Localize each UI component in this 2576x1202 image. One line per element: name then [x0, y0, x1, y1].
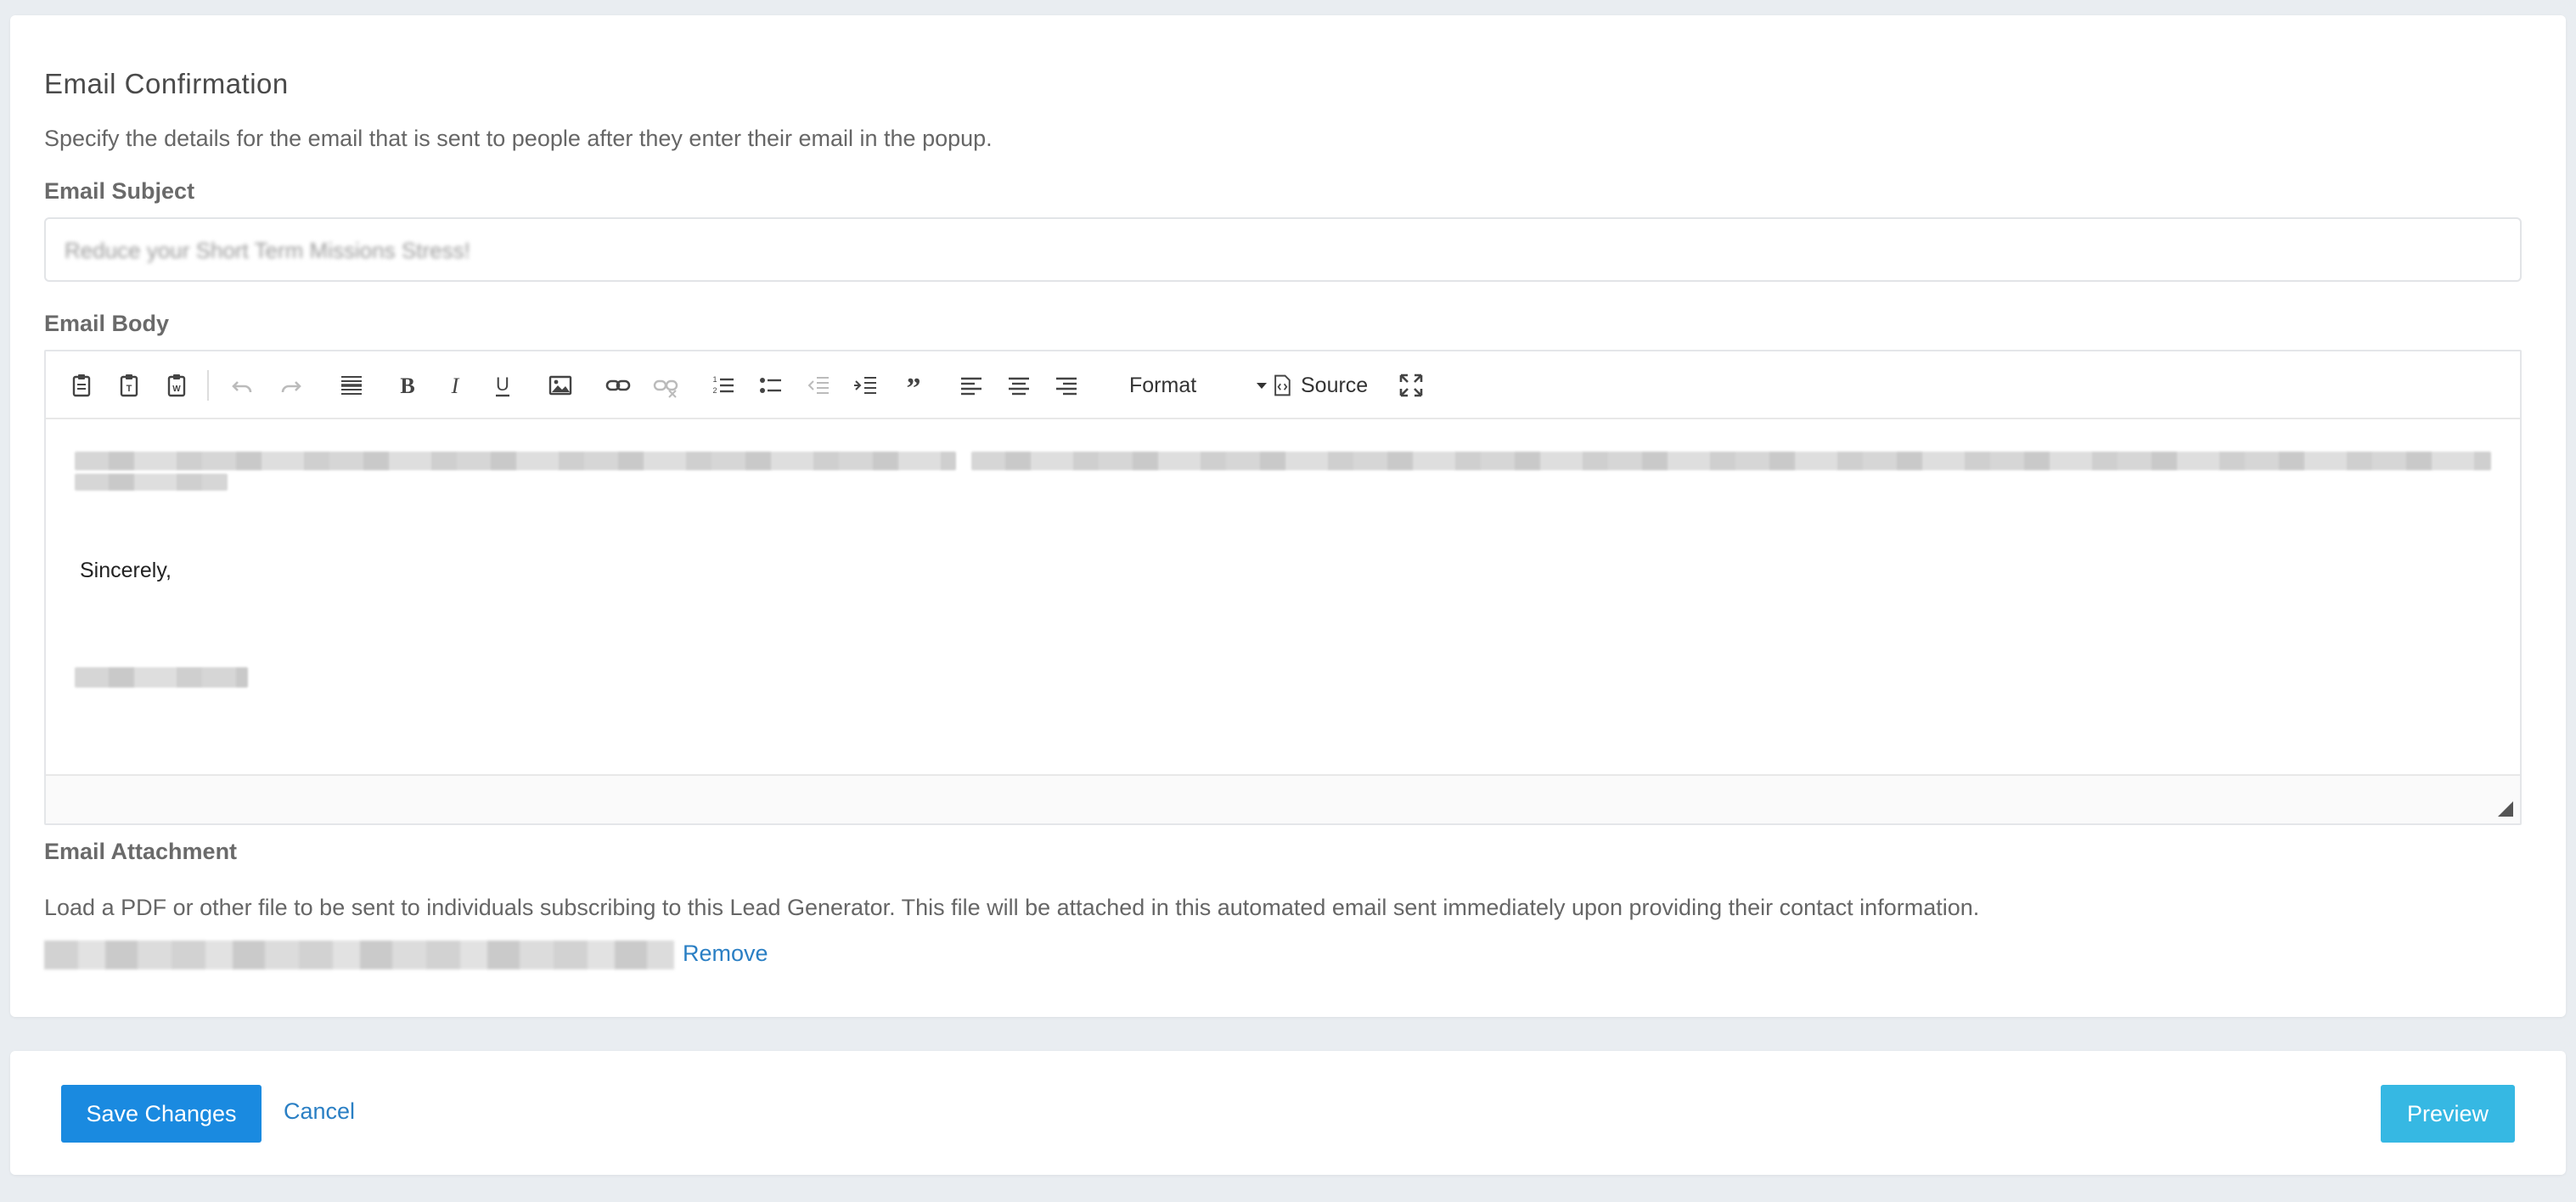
redacted-signature — [75, 667, 248, 688]
undo-icon[interactable] — [224, 367, 262, 404]
source-button[interactable]: Source — [1270, 367, 1389, 404]
svg-text:1: 1 — [712, 375, 717, 384]
source-button-label: Source — [1301, 373, 1369, 397]
bulleted-list-icon[interactable] — [752, 367, 790, 404]
align-left-icon[interactable] — [953, 367, 990, 404]
align-right-icon[interactable] — [1048, 367, 1085, 404]
numbered-list-icon[interactable]: 12 — [705, 367, 742, 404]
redo-icon[interactable] — [272, 367, 309, 404]
sincerely-text: Sincerely, — [80, 559, 172, 582]
toolbar-separator — [207, 370, 209, 401]
email-subject-label: Email Subject — [44, 178, 195, 204]
underline-icon[interactable]: U — [484, 367, 521, 404]
svg-text:”: ” — [907, 373, 921, 399]
svg-text:T: T — [127, 384, 132, 394]
remove-attachment-link[interactable]: Remove — [683, 941, 768, 967]
rich-text-editor: T W B I U 1 2 ” Format Source Sincerely, — [44, 350, 2522, 825]
paste-icon[interactable] — [63, 367, 100, 404]
blockquote-icon[interactable]: ” — [895, 367, 932, 404]
email-confirmation-card: Email Confirmation Specify the details f… — [10, 15, 2566, 1017]
editor-content-area[interactable]: Sincerely, — [46, 421, 2520, 761]
svg-text:W: W — [172, 385, 181, 394]
editor-status-bar — [46, 774, 2520, 823]
chevron-down-icon — [1257, 383, 1267, 389]
paste-text-icon[interactable]: T — [110, 367, 148, 404]
redacted-text-line — [971, 452, 2491, 470]
redacted-text-line — [75, 452, 956, 470]
source-icon — [1274, 374, 1291, 396]
redacted-text-line — [75, 474, 228, 491]
link-icon[interactable] — [599, 367, 637, 404]
maximize-icon[interactable] — [1392, 367, 1430, 404]
unlink-icon[interactable] — [647, 367, 684, 404]
preview-button[interactable]: Preview — [2381, 1085, 2515, 1143]
section-title: Email Confirmation — [44, 68, 289, 99]
email-body-label: Email Body — [44, 311, 170, 336]
indent-icon[interactable] — [847, 367, 885, 404]
email-subject-value: Reduce your Short Term Missions Stress! — [65, 238, 470, 263]
horizontal-rule-icon[interactable] — [333, 367, 370, 404]
actions-footer: Save Changes Cancel Preview — [10, 1051, 2566, 1175]
editor-toolbar: T W B I U 1 2 ” Format Source — [46, 351, 2520, 419]
italic-icon[interactable]: I — [436, 367, 474, 404]
section-description: Specify the details for the email that i… — [44, 126, 993, 151]
email-subject-input[interactable]: Reduce your Short Term Missions Stress! — [44, 217, 2522, 282]
attachment-description: Load a PDF or other file to be sent to i… — [44, 895, 1980, 920]
paste-word-icon[interactable]: W — [158, 367, 195, 404]
outdent-icon[interactable] — [800, 367, 837, 404]
format-dropdown[interactable]: Format — [1114, 367, 1275, 404]
cancel-link[interactable]: Cancel — [284, 1098, 355, 1125]
image-icon[interactable] — [542, 367, 579, 404]
svg-text:I: I — [451, 374, 460, 398]
bold-icon[interactable]: B — [389, 367, 426, 404]
svg-text:U: U — [496, 374, 509, 395]
resize-handle-icon[interactable] — [2498, 801, 2513, 817]
attachment-filename — [44, 941, 674, 969]
svg-text:B: B — [400, 374, 414, 398]
format-dropdown-label: Format — [1129, 373, 1197, 397]
svg-text:2: 2 — [712, 386, 717, 395]
save-changes-button[interactable]: Save Changes — [61, 1085, 262, 1143]
align-center-icon[interactable] — [1000, 367, 1038, 404]
email-attachment-label: Email Attachment — [44, 839, 238, 864]
